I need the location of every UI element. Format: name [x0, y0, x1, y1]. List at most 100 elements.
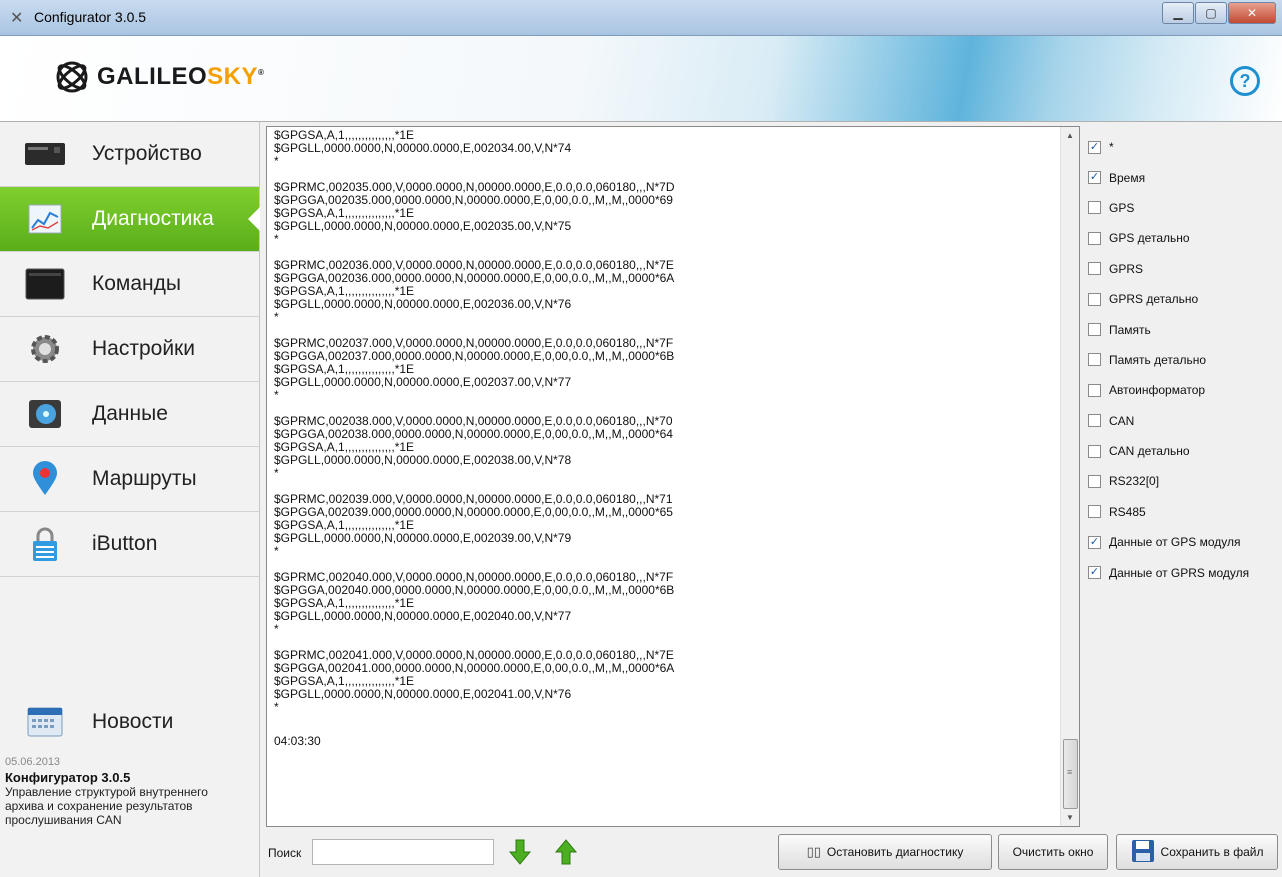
filter-label: Автоинформатор [1109, 383, 1206, 398]
checkbox-checked-icon[interactable]: ✓ [1088, 171, 1101, 185]
search-next-icon[interactable] [508, 838, 532, 866]
filter-option[interactable]: CAN детально [1088, 436, 1282, 466]
nav-label: Диагностика [92, 207, 214, 230]
sidebar: Устройство Диагностика Команды Настройки… [0, 122, 260, 877]
filter-label: CAN [1109, 413, 1135, 428]
log-text: $GPGSA,A,1,,,,,,,,,,,,,,,*1E $GPGLL,0000.… [274, 129, 1054, 748]
diagnostics-log[interactable]: $GPGSA,A,1,,,,,,,,,,,,,,,*1E $GPGLL,0000.… [266, 126, 1080, 827]
logo-text: GALILEOSKY® [97, 63, 265, 90]
filter-label: Память детально [1109, 352, 1206, 367]
save-to-file-button[interactable]: Сохранить в файл [1116, 834, 1278, 870]
checkbox-unchecked-icon[interactable] [1088, 383, 1101, 397]
filter-label: GPS [1109, 200, 1135, 215]
log-line: $GPGLL,0000.0000,N,00000.0000,E,002036.0… [274, 297, 572, 311]
log-line: * [274, 544, 279, 558]
filter-option[interactable]: GPRS детально [1088, 284, 1282, 314]
nav-item-commands[interactable]: Команды [0, 252, 259, 317]
log-filters: ✓ * ✓ Время GPS GPS детально GPRS GPRS детально… [1088, 132, 1282, 588]
window-title: Configurator 3.0.5 [34, 9, 147, 25]
title-bar: ✕ Configurator 3.0.5 ▁ ▢ ✕ [0, 0, 1282, 36]
log-line: $GPGLL,0000.0000,N,00000.0000,E,002034.0… [274, 141, 572, 155]
news-text: Управление структурой внутреннего архива… [5, 785, 208, 827]
checkbox-checked-icon[interactable]: ✓ [1088, 140, 1101, 154]
filter-option[interactable]: ✓ * [1088, 132, 1282, 162]
nav-item-data[interactable]: Данные [0, 382, 259, 447]
filter-label: RS485 [1109, 504, 1146, 519]
checkbox-unchecked-icon[interactable] [1088, 353, 1101, 367]
stop-diagnostics-button[interactable]: ▯▯ Остановить диагностику [778, 834, 992, 870]
filter-label: GPRS детально [1109, 292, 1199, 307]
checkbox-unchecked-icon[interactable] [1088, 231, 1101, 245]
nav-item-diagnostics[interactable]: Диагностика [0, 187, 260, 252]
checkbox-checked-icon[interactable]: ✓ [1088, 566, 1101, 580]
log-line: $GPGLL,0000.0000,N,00000.0000,E,002038.0… [274, 453, 572, 467]
calendar-icon [24, 704, 66, 740]
filter-option[interactable]: Память [1088, 314, 1282, 344]
nav-label: Команды [92, 272, 181, 295]
news-header[interactable]: Новости [0, 702, 259, 742]
help-icon[interactable]: ? [1230, 66, 1260, 96]
log-line: $GPGLL,0000.0000,N,00000.0000,E,002039.0… [274, 531, 572, 545]
pause-icon: ▯▯ [806, 844, 821, 859]
filter-label: CAN детально [1109, 444, 1190, 459]
checkbox-unchecked-icon[interactable] [1088, 414, 1101, 428]
search-prev-icon[interactable] [554, 838, 578, 866]
close-button[interactable]: ✕ [1228, 2, 1276, 24]
filter-option[interactable]: RS485 [1088, 497, 1282, 527]
filter-option[interactable]: CAN [1088, 406, 1282, 436]
filter-option[interactable]: GPS [1088, 193, 1282, 223]
checkbox-unchecked-icon[interactable] [1088, 201, 1101, 215]
news-title[interactable]: Конфигуратор 3.0.5 [5, 770, 259, 785]
nav-label: Настройки [92, 337, 195, 360]
filter-option[interactable]: ✓ Время [1088, 162, 1282, 192]
filter-option[interactable]: ✓ Данные от GPS модуля [1088, 527, 1282, 557]
checkbox-unchecked-icon[interactable] [1088, 474, 1101, 488]
log-line: * [274, 310, 279, 324]
filter-option[interactable]: ✓ Данные от GPRS модуля [1088, 557, 1282, 587]
nav-item-ibutton[interactable]: iButton [0, 512, 259, 577]
checkbox-checked-icon[interactable]: ✓ [1088, 535, 1101, 549]
log-line: $GPGLL,0000.0000,N,00000.0000,E,002040.0… [274, 609, 572, 623]
filter-option[interactable]: RS232[0] [1088, 466, 1282, 496]
filter-label: Данные от GPRS модуля [1109, 565, 1250, 580]
minimize-button[interactable]: ▁ [1162, 2, 1194, 24]
log-line: $GPGLL,0000.0000,N,00000.0000,E,002035.0… [274, 219, 572, 233]
nav-label: iButton [92, 532, 158, 555]
data-icon [24, 396, 66, 432]
nav-item-settings[interactable]: Настройки [0, 317, 259, 382]
nav-item-routes[interactable]: Маршруты [0, 447, 259, 512]
maximize-button[interactable]: ▢ [1195, 2, 1227, 24]
floppy-icon [1131, 839, 1155, 866]
lock-icon [24, 526, 66, 562]
checkbox-unchecked-icon[interactable] [1088, 444, 1101, 458]
filter-option[interactable]: Автоинформатор [1088, 375, 1282, 405]
log-line: * [274, 622, 279, 636]
filter-option[interactable]: Память детально [1088, 345, 1282, 375]
search-input[interactable] [312, 839, 494, 865]
scroll-thumb[interactable]: ≡ [1063, 739, 1078, 809]
checkbox-unchecked-icon[interactable] [1088, 323, 1101, 337]
filter-label: * [1109, 140, 1114, 155]
log-line: 04:03:30 [274, 734, 321, 748]
nav-label: Маршруты [92, 467, 197, 490]
filter-option[interactable]: GPS детально [1088, 223, 1282, 253]
map-pin-icon [24, 461, 66, 497]
window-controls: ▁ ▢ ✕ [1161, 2, 1276, 24]
filter-label: GPS детально [1109, 231, 1190, 246]
log-line: * [274, 154, 279, 168]
nav-label: Данные [92, 402, 168, 425]
nav-item-device[interactable]: Устройство [0, 122, 259, 187]
filter-label: Данные от GPS модуля [1109, 535, 1241, 550]
news-label: Новости [92, 710, 174, 733]
news-date: 05.06.2013 [5, 756, 61, 768]
logo-icon [56, 61, 88, 93]
clear-window-button[interactable]: Очистить окно [998, 834, 1108, 870]
checkbox-unchecked-icon[interactable] [1088, 505, 1101, 519]
scroll-up-icon[interactable]: ▲ [1061, 127, 1079, 144]
scroll-down-icon[interactable]: ▼ [1061, 809, 1079, 826]
checkbox-unchecked-icon[interactable] [1088, 292, 1101, 306]
log-scrollbar[interactable]: ▲ ≡ ▼ [1060, 127, 1079, 826]
checkbox-unchecked-icon[interactable] [1088, 262, 1101, 276]
filter-option[interactable]: GPRS [1088, 254, 1282, 284]
